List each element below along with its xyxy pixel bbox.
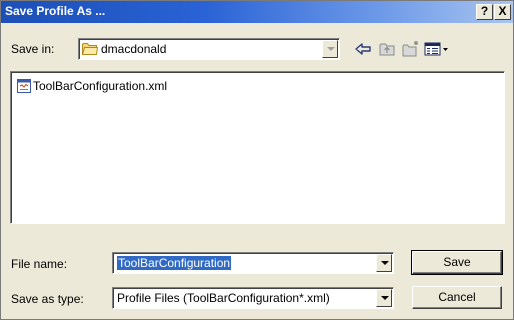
file-name-selected-text: ToolBarConfiguration (117, 256, 232, 270)
folder-icon (82, 43, 98, 55)
save-button-label: Save (443, 255, 471, 269)
file-name-value: ToolBarConfiguration (117, 256, 232, 270)
chevron-down-icon[interactable] (376, 254, 392, 272)
save-as-type-dropdown[interactable]: Profile Files (ToolBarConfiguration*.xml… (112, 287, 394, 309)
new-folder-icon[interactable] (401, 40, 421, 58)
file-name-label: File name: (11, 257, 68, 271)
file-name-text: ToolBarConfiguration.xml (33, 79, 168, 93)
save-as-type-label: Save as type: (11, 292, 84, 306)
back-arrow-icon[interactable] (353, 40, 373, 58)
save-as-type-value: Profile Files (ToolBarConfiguration*.xml… (117, 291, 330, 305)
cancel-button-label: Cancel (438, 290, 476, 304)
save-profile-dialog: Save Profile As ... ? X Save in: dmacdon… (0, 0, 514, 320)
help-button[interactable]: ? (476, 4, 493, 20)
chevron-down-icon[interactable] (322, 40, 338, 58)
dialog-title: Save Profile As ... (5, 4, 106, 18)
up-folder-icon[interactable] (377, 40, 397, 58)
cancel-button[interactable]: Cancel (412, 286, 502, 309)
title-bar[interactable]: Save Profile As ... ? X (1, 1, 513, 23)
save-in-label: Save in: (11, 42, 55, 56)
view-menu-icon[interactable] (423, 40, 451, 58)
file-list[interactable]: ToolBarConfiguration.xml (10, 71, 505, 224)
save-button[interactable]: Save (411, 250, 503, 275)
xml-file-icon (17, 79, 31, 93)
file-name-input[interactable]: ToolBarConfiguration (112, 252, 394, 274)
save-in-folder-name: dmacdonald (101, 42, 167, 56)
chevron-down-icon[interactable] (376, 289, 392, 307)
save-in-dropdown[interactable]: dmacdonald (78, 38, 340, 60)
close-button[interactable]: X (494, 4, 511, 20)
